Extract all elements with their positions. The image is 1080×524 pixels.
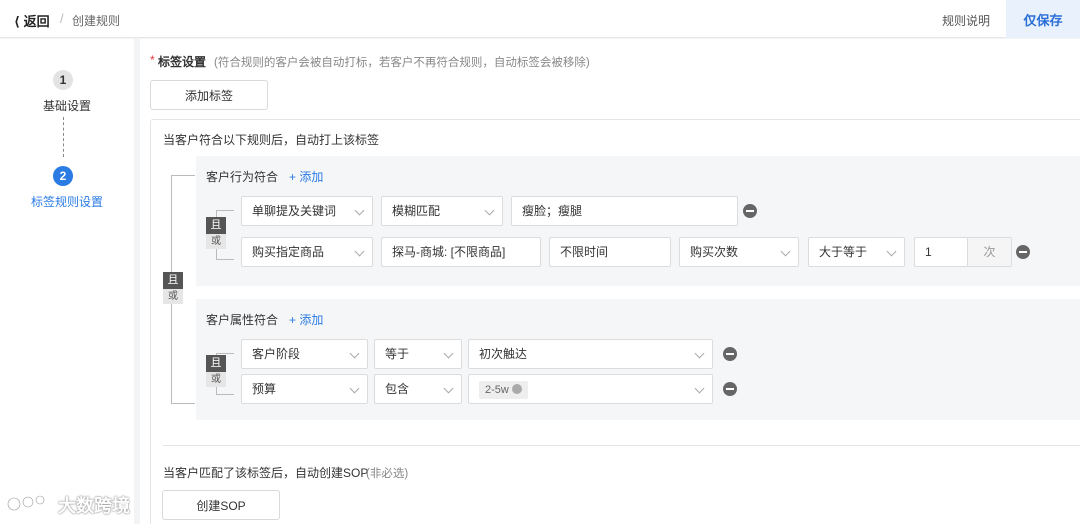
remove-condition-icon[interactable]: [723, 347, 737, 361]
input-value: 瘦脸；瘦腿: [522, 204, 583, 218]
behavior-type-select[interactable]: 单聊提及关键词: [241, 196, 373, 226]
attribute-group: 客户属性符合 + 添加 且 或 客户阶段 等于 初次触达 预算 包含 2-5w: [196, 299, 1080, 420]
watermark-logo-text: 大数跨境: [58, 496, 130, 516]
chevron-down-icon: [886, 246, 897, 257]
keywords-input[interactable]: 瘦脸；瘦腿: [511, 196, 738, 226]
chevron-down-icon: [354, 246, 365, 257]
steps-sidebar: 1 基础设置 2 标签规则设置: [0, 39, 134, 524]
select-value: 购买指定商品: [252, 245, 325, 259]
logic-and[interactable]: 且: [206, 355, 226, 372]
chevron-down-icon: [484, 205, 495, 216]
breadcrumb-separator: /: [60, 11, 64, 26]
behavior-group: 客户行为符合 + 添加 且 或 单聊提及关键词 模糊匹配 瘦脸；瘦腿 购买指定商…: [196, 156, 1080, 286]
behavior-type-select[interactable]: 购买指定商品: [241, 237, 373, 267]
logic-or[interactable]: 或: [163, 289, 183, 304]
required-mark: *: [150, 53, 155, 67]
chip-close-icon[interactable]: [511, 384, 522, 394]
unit-label: 次: [967, 238, 1011, 266]
product-select[interactable]: 探马-商城: [不限商品]: [381, 237, 541, 267]
logic-and[interactable]: 且: [206, 217, 226, 234]
remove-condition-icon[interactable]: [743, 204, 757, 218]
attribute-select[interactable]: 预算: [241, 374, 368, 404]
top-bar: ⟨ 返回 / 创建规则 规则说明 仅保存: [0, 0, 1080, 38]
behavior-add-link[interactable]: + 添加: [289, 168, 323, 185]
select-value: 客户阶段: [252, 347, 301, 361]
operator-select[interactable]: 等于: [374, 339, 462, 369]
remove-condition-icon[interactable]: [723, 382, 737, 396]
select-value: 单聊提及关键词: [252, 204, 337, 218]
value-chip: 2-5w: [479, 381, 528, 399]
create-sop-button[interactable]: 创建SOP: [162, 490, 280, 520]
breadcrumb: 创建规则: [72, 14, 121, 28]
back-button[interactable]: ⟨ 返回: [14, 11, 50, 30]
back-label: 返回: [23, 14, 50, 29]
input-value: 1: [925, 245, 932, 259]
main-panel: * 标签设置 (符合规则的客户会被自动打标，若客户不再符合规则，自动标签会被移除…: [140, 39, 1080, 524]
chevron-down-icon: [349, 348, 360, 359]
step-1-label[interactable]: 基础设置: [0, 97, 134, 114]
rule-help-link[interactable]: 规则说明: [942, 12, 990, 29]
select-value: 包含: [385, 382, 410, 396]
attribute-select[interactable]: 客户阶段: [241, 339, 368, 369]
chip-label: 2-5w: [485, 384, 509, 396]
attribute-add-link[interactable]: + 添加: [289, 311, 323, 328]
select-value: 等于: [385, 347, 410, 361]
metric-select[interactable]: 购买次数: [679, 237, 799, 267]
tag-settings-hint: (符合规则的客户会被自动打标，若客户不再符合规则，自动标签会被移除): [214, 57, 590, 69]
logic-or[interactable]: 或: [206, 372, 226, 387]
chevron-down-icon: [694, 383, 705, 394]
select-value: 大于等于: [819, 245, 868, 259]
tag-settings-title: 标签设置: [158, 55, 207, 69]
select-value: 购买次数: [690, 245, 739, 259]
select-value: 初次触达: [479, 347, 528, 361]
chevron-down-icon: [354, 205, 365, 216]
sop-hint: (非必选): [366, 468, 409, 480]
step-1-indicator[interactable]: 1: [53, 70, 73, 90]
count-input[interactable]: 1 次: [914, 237, 1012, 267]
match-mode-select[interactable]: 模糊匹配: [381, 196, 503, 226]
select-value: 探马-商城: [不限商品]: [392, 245, 506, 259]
select-value: 不限时间: [560, 245, 609, 259]
attribute-logic-toggle[interactable]: 且 或: [206, 355, 226, 387]
behavior-group-title: 客户行为符合: [206, 170, 279, 184]
chevron-down-icon: [443, 383, 454, 394]
step-2-indicator[interactable]: 2: [53, 166, 73, 186]
chevron-down-icon: [780, 246, 791, 257]
rule-box: 当客户符合以下规则后，自动打上该标签 且 或 客户行为符合 + 添加 且 或 单…: [150, 119, 1080, 524]
save-button[interactable]: 仅保存: [1006, 0, 1080, 38]
outer-logic-toggle[interactable]: 且 或: [163, 272, 183, 304]
sop-description: 当客户匹配了该标签后，自动创建SOP: [163, 466, 369, 480]
chevron-down-icon: [349, 383, 360, 394]
operator-select[interactable]: 大于等于: [808, 237, 905, 267]
step-2-label[interactable]: 标签规则设置: [0, 193, 134, 210]
logo-mark-icon: [7, 495, 45, 511]
chevron-down-icon: [694, 348, 705, 359]
chevron-down-icon: [443, 348, 454, 359]
behavior-logic-toggle[interactable]: 且 或: [206, 217, 226, 249]
time-range-select[interactable]: 不限时间: [549, 237, 671, 267]
attribute-value-multiselect[interactable]: 2-5w: [468, 374, 713, 404]
remove-condition-icon[interactable]: [1016, 245, 1030, 259]
attribute-value-select[interactable]: 初次触达: [468, 339, 713, 369]
step-connector: [63, 117, 64, 157]
attribute-group-title: 客户属性符合: [206, 313, 279, 327]
rule-description: 当客户符合以下规则后，自动打上该标签: [163, 133, 380, 147]
operator-select[interactable]: 包含: [374, 374, 462, 404]
logic-or[interactable]: 或: [206, 234, 226, 249]
select-value: 预算: [252, 382, 277, 396]
select-value: 模糊匹配: [392, 204, 441, 218]
logic-and[interactable]: 且: [163, 272, 183, 289]
watermark-logo: 大数跨境: [6, 490, 146, 520]
add-tag-button[interactable]: 添加标签: [150, 80, 268, 110]
section-divider: [163, 445, 1080, 446]
